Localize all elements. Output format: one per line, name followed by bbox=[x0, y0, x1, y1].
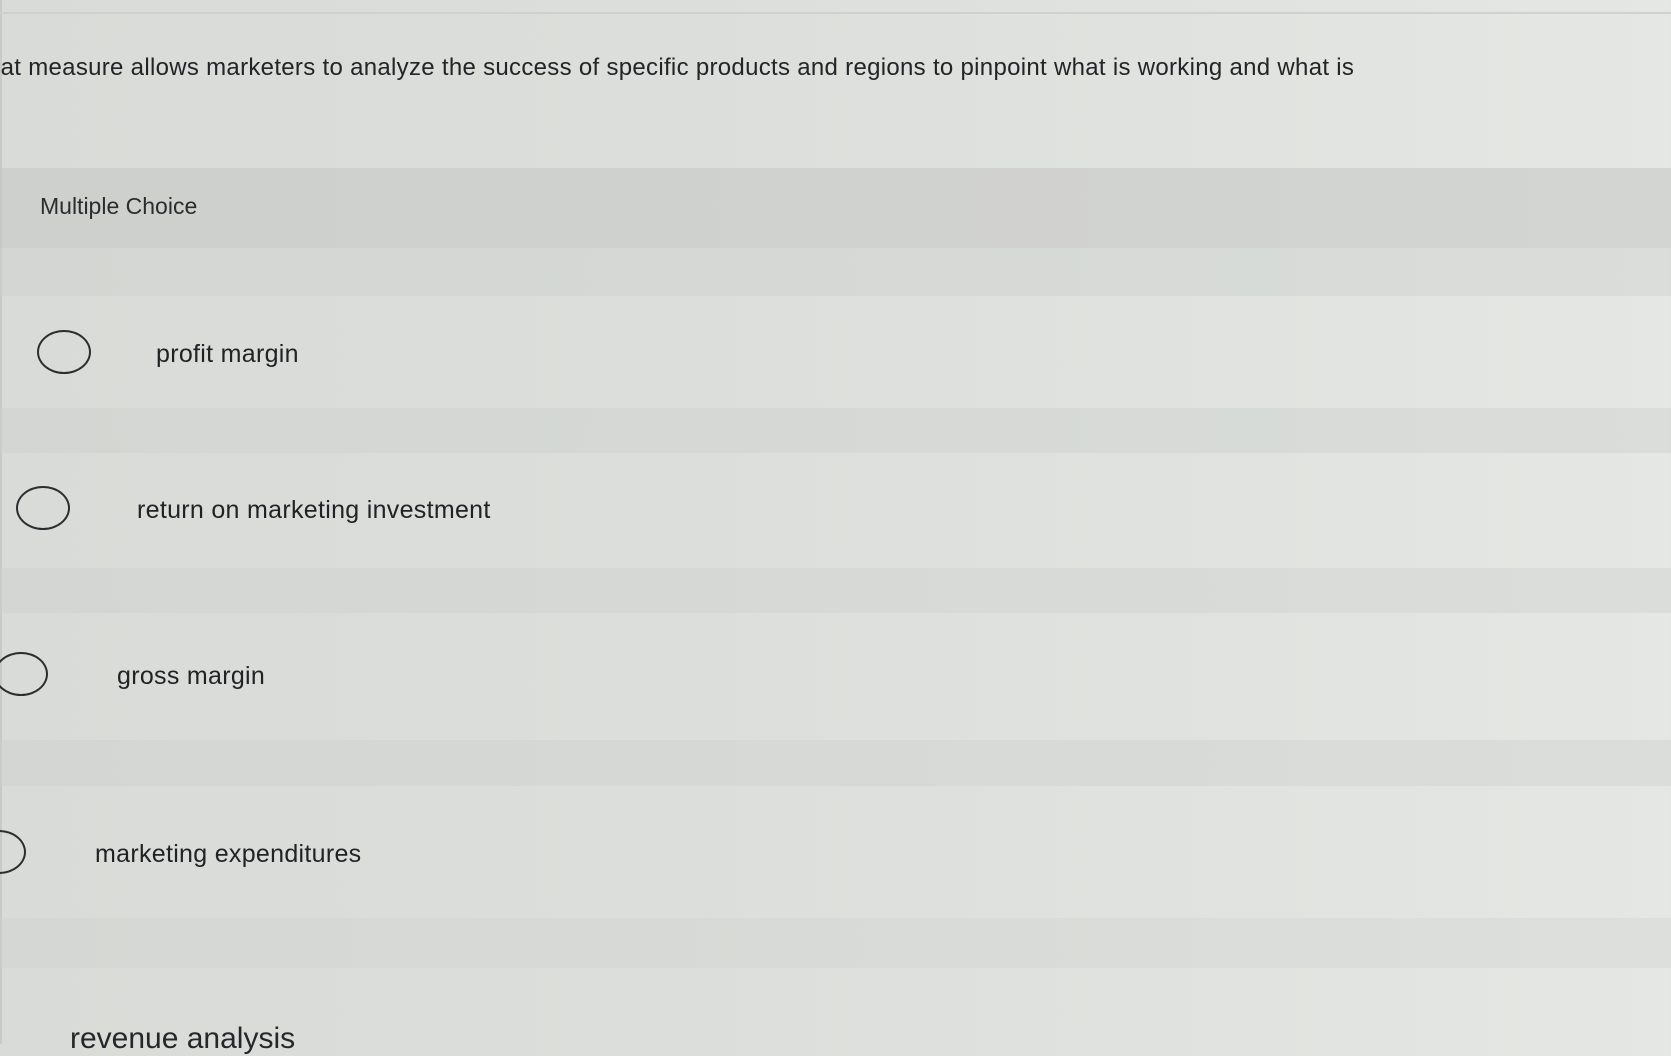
answer-option-label-partial: revenue analysis bbox=[70, 1022, 296, 1055]
answer-option-return-on-marketing-investment[interactable]: return on marketing investment bbox=[0, 474, 1671, 554]
answer-option-label: profit margin bbox=[156, 340, 299, 368]
radio-button[interactable] bbox=[0, 830, 26, 874]
answer-option-label: gross margin bbox=[117, 662, 266, 690]
radio-button[interactable] bbox=[16, 486, 70, 530]
answer-option-profit-margin[interactable]: profit margin bbox=[0, 318, 1671, 398]
page-top-divider bbox=[0, 12, 1671, 14]
row-separator bbox=[0, 918, 1671, 968]
answer-option-label: return on marketing investment bbox=[137, 496, 491, 524]
radio-button[interactable] bbox=[0, 652, 48, 696]
row-separator bbox=[0, 408, 1671, 453]
row-separator bbox=[0, 248, 1671, 296]
answer-option-gross-margin[interactable]: gross margin bbox=[0, 640, 1671, 720]
quiz-page: hat measure allows marketers to analyze … bbox=[0, 0, 1671, 1055]
row-separator bbox=[0, 740, 1671, 786]
question-type-header bbox=[0, 168, 1671, 248]
question-text: hat measure allows marketers to analyze … bbox=[0, 54, 1355, 81]
row-separator bbox=[0, 568, 1671, 613]
question-type-label: Multiple Choice bbox=[40, 193, 198, 219]
answer-option-marketing-expenditures[interactable]: marketing expenditures bbox=[0, 818, 1671, 898]
radio-button[interactable] bbox=[37, 330, 91, 374]
answer-option-label: marketing expenditures bbox=[95, 840, 362, 868]
